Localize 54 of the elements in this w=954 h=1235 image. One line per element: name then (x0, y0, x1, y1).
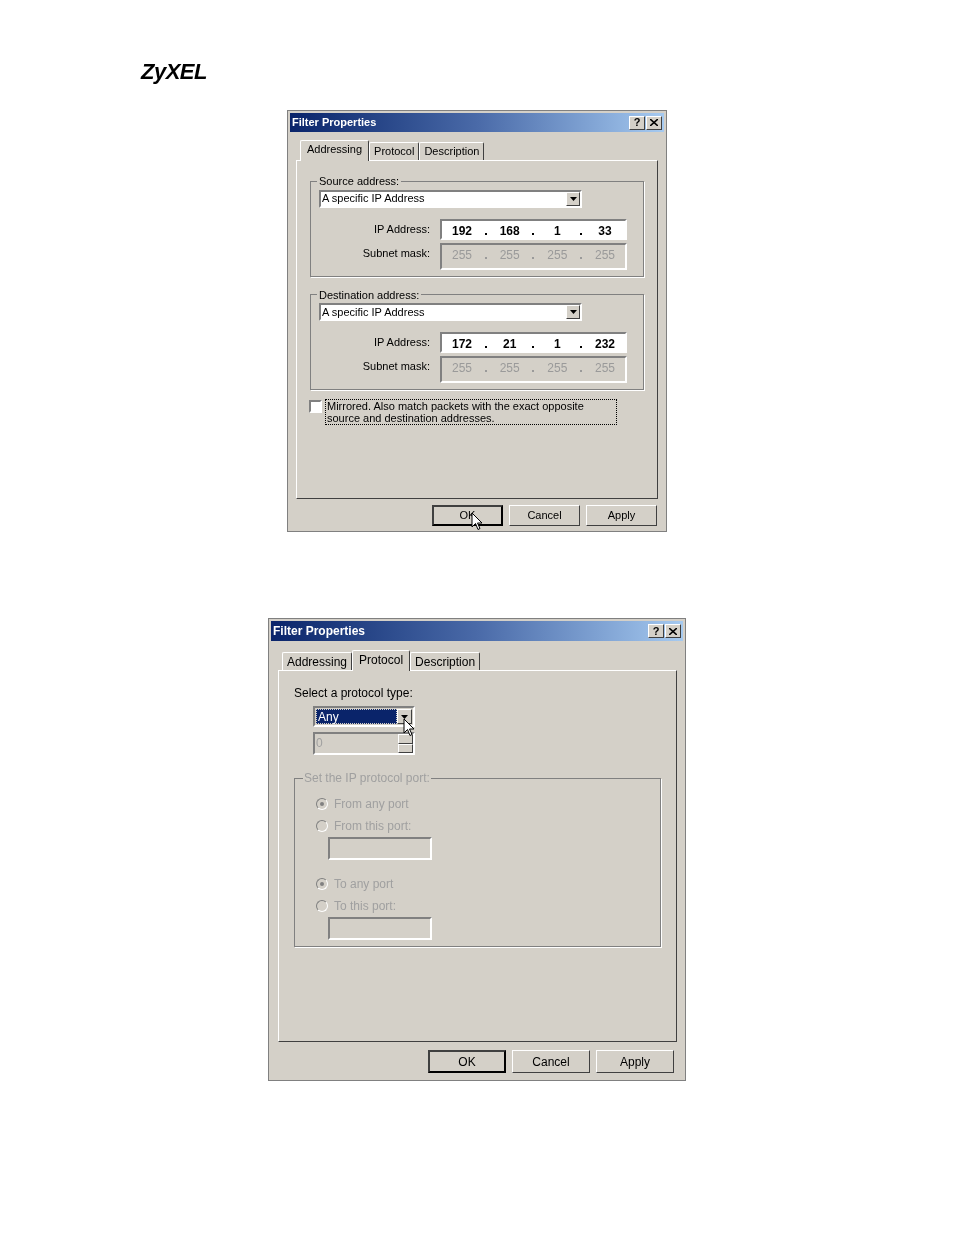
dialog-button[interactable]: Cancel (512, 1050, 590, 1073)
dropdown-button[interactable] (566, 191, 580, 206)
tab[interactable]: Description (410, 652, 481, 670)
help-button[interactable]: ? (629, 115, 645, 130)
dropdown-arrow-icon (401, 714, 408, 719)
address-type-select[interactable]: A specific IP Address (319, 303, 582, 321)
close-icon (669, 627, 677, 635)
field-label: Subnet mask: (362, 359, 430, 374)
octet-value: 255 (593, 246, 616, 264)
window-title: Filter Properties (292, 115, 377, 131)
octet-value: 255 (498, 246, 521, 264)
window-title: Filter Properties (273, 623, 366, 640)
ip-address-field[interactable]: 172 21 1 232 (440, 332, 627, 353)
dialog-button[interactable]: Apply (596, 1050, 674, 1073)
close-button[interactable] (665, 624, 681, 638)
tab[interactable]: Addressing (300, 140, 370, 161)
field-label: IP Address: (373, 221, 430, 237)
octet-value: 255 (546, 246, 569, 264)
octet-value: 255 (451, 360, 473, 377)
octet-value: 232 (593, 336, 616, 353)
octet-value: 255 (451, 246, 473, 264)
dialog-button[interactable]: Cancel (509, 505, 580, 526)
tab[interactable]: Protocol (369, 142, 420, 160)
brand-logo: ZyXEL (141, 59, 207, 84)
address-type-select[interactable]: A specific IP Address (319, 189, 582, 208)
octet-value: 33 (597, 222, 613, 240)
group-label: Source address: (318, 174, 401, 189)
ip-address-field[interactable]: 192 168 1 33 (440, 218, 627, 240)
field-label: IP Address: (373, 335, 430, 351)
octet-value: 168 (498, 222, 521, 240)
checkbox[interactable] (309, 400, 322, 413)
tab[interactable]: Description (419, 142, 485, 160)
dialog-button[interactable]: Apply (586, 505, 657, 526)
dropdown-arrow-icon (569, 196, 577, 201)
octet-value: 1 (552, 222, 562, 240)
help-button[interactable]: ? (648, 624, 664, 638)
octet-value: 172 (451, 336, 473, 353)
octet-value: 255 (498, 360, 521, 377)
field-label: Subnet mask: (362, 245, 430, 261)
close-button[interactable] (646, 115, 662, 130)
dropdown-button[interactable] (566, 305, 580, 319)
dialog-button[interactable]: OK (428, 1050, 506, 1073)
octet-value: 255 (593, 360, 616, 377)
checkbox-label: Mirrored. Also match packets with the exact opposite source and destination addresses. (325, 399, 617, 425)
octet-value: 21 (501, 336, 518, 353)
field-label: Select a protocol type: (294, 685, 414, 702)
group-label: Destination address: (318, 287, 421, 303)
close-icon (650, 119, 658, 126)
tab[interactable]: Protocol (352, 650, 411, 671)
octet-value: 192 (451, 222, 473, 240)
tab[interactable]: Addressing (282, 652, 353, 670)
dropdown-arrow-icon (569, 310, 577, 314)
octet-value: 1 (552, 336, 562, 353)
octet-value: 255 (546, 360, 569, 377)
